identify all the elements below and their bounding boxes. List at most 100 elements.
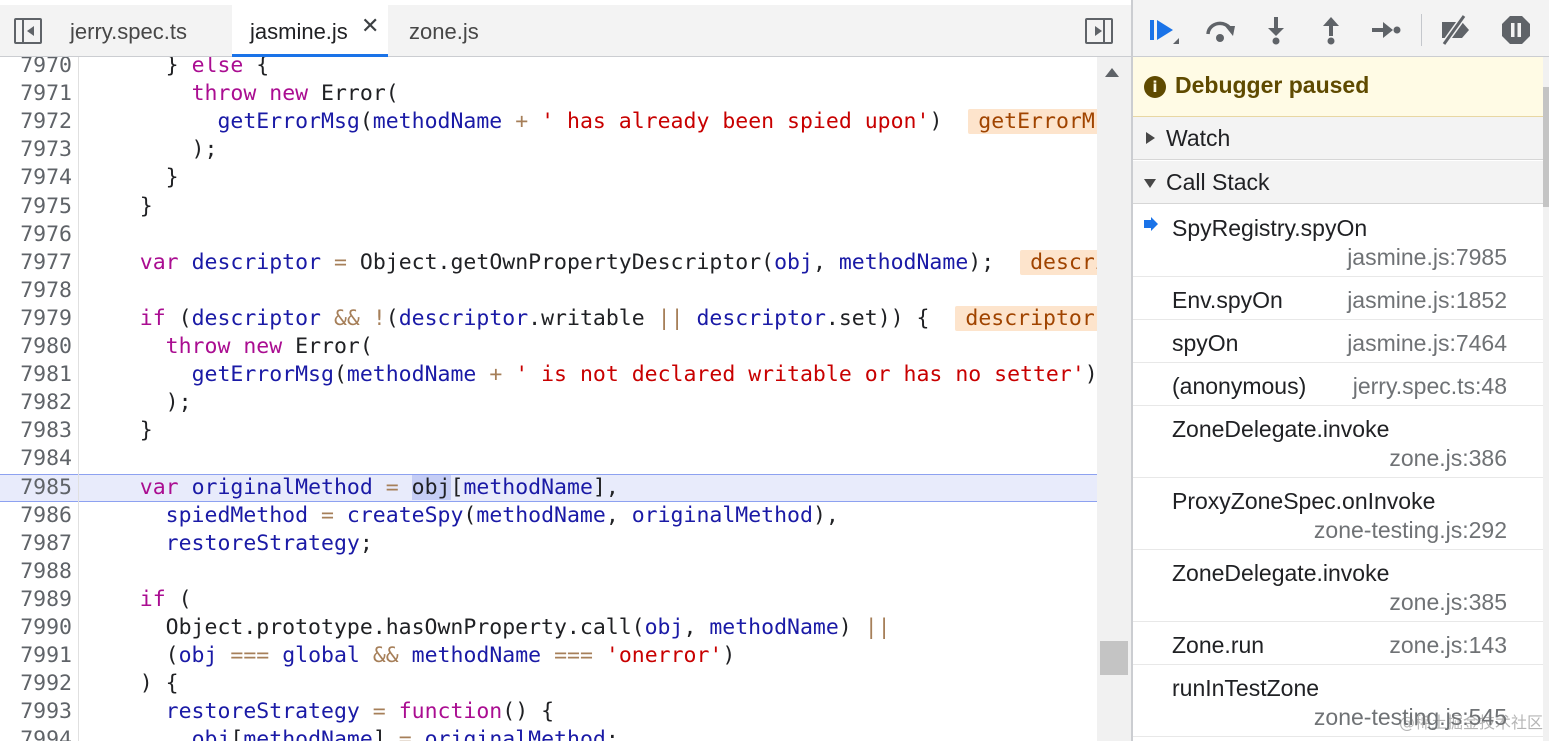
tab-jerry-spec-ts[interactable]: jerry.spec.ts (70, 5, 187, 57)
call-frame[interactable]: (anonymous) jerry.spec.ts:48 (1133, 363, 1543, 406)
code-text: var originalMethod = obj[methodName], (88, 474, 619, 501)
code-line[interactable]: 7975 } (0, 193, 1097, 221)
call-frame-location[interactable]: jasmine.js:7985 (1347, 244, 1507, 271)
call-frame[interactable]: ZoneDelegate.invoke zone.js:385 (1133, 550, 1543, 622)
call-frame-location[interactable]: jasmine.js:7464 (1347, 330, 1507, 357)
line-number[interactable]: 7978 (0, 277, 72, 305)
code-token: ) { (88, 671, 179, 697)
code-token: + (489, 362, 503, 388)
line-number[interactable]: 7972 (0, 108, 72, 136)
watch-section-header[interactable]: Watch (1133, 117, 1543, 160)
toggle-debugger-icon[interactable] (1085, 18, 1113, 44)
line-number[interactable]: 7970 (0, 57, 72, 80)
code-line[interactable]: 7990 Object.prototype.hasOwnProperty.cal… (0, 614, 1097, 642)
editor-scrollbar[interactable] (1097, 57, 1131, 741)
line-number[interactable]: 7976 (0, 221, 72, 249)
call-frame-location[interactable]: jerry.spec.ts:48 (1353, 373, 1507, 400)
call-frame[interactable]: Zone.run zone.js:143 (1133, 622, 1543, 665)
tab-zone-js[interactable]: zone.js (409, 5, 479, 57)
pause-on-exceptions-icon[interactable] (1499, 14, 1533, 46)
call-frame-location[interactable]: zone-testing.js:292 (1314, 517, 1507, 544)
code-token: = (321, 502, 334, 528)
call-frame[interactable]: ProxyZoneSpec.onInvoke zone-testing.js:29… (1133, 478, 1543, 550)
code-token: restoreStrategy (165, 530, 360, 556)
code-line[interactable]: 7978 (0, 277, 1097, 305)
code-line[interactable]: 7971 throw new Error( (0, 80, 1097, 108)
scrollbar-thumb[interactable] (1100, 641, 1128, 675)
code-line[interactable]: 7987 restoreStrategy; (0, 530, 1097, 558)
code-line[interactable]: 7986 spiedMethod = createSpy(methodName,… (0, 502, 1097, 530)
toggle-navigator-icon[interactable] (14, 18, 42, 44)
line-number[interactable]: 7974 (0, 164, 72, 192)
line-number[interactable]: 7979 (0, 305, 72, 333)
line-number[interactable]: 7973 (0, 136, 72, 164)
line-number[interactable]: 7987 (0, 530, 72, 558)
line-number[interactable]: 7988 (0, 558, 72, 586)
code-token: if (139, 305, 166, 331)
code-editor[interactable]: 7970 } else {7971 throw new Error(7972 g… (0, 57, 1097, 741)
code-line[interactable]: 7979 if (descriptor && !(descriptor.writ… (0, 305, 1097, 333)
code-line[interactable]: 7977 var descriptor = Object.getOwnPrope… (0, 249, 1097, 277)
deactivate-breakpoints-icon[interactable] (1438, 14, 1472, 46)
code-line[interactable]: 7974 } (0, 164, 1097, 192)
step-over-icon[interactable] (1203, 14, 1237, 46)
code-line[interactable]: 7976 (0, 221, 1097, 249)
call-frame[interactable]: SpyRegistry.spyOn jasmine.js:7985 (1133, 205, 1543, 277)
code-line[interactable]: 7988 (0, 558, 1097, 586)
code-token: = (333, 249, 347, 275)
step-icon[interactable] (1369, 14, 1403, 46)
line-number[interactable]: 7992 (0, 670, 72, 698)
code-line[interactable]: 7982 ); (0, 389, 1097, 417)
scroll-up-icon[interactable] (1105, 68, 1119, 77)
step-out-icon[interactable] (1314, 14, 1348, 46)
debugger-scrollbar[interactable] (1543, 57, 1549, 741)
line-number[interactable]: 7982 (0, 389, 72, 417)
line-number[interactable]: 7983 (0, 417, 72, 445)
step-into-icon[interactable] (1259, 14, 1293, 46)
code-line[interactable]: 7994 obj[methodName] = originalMethod; (0, 726, 1097, 741)
debugger-scrollbar-thumb[interactable] (1543, 87, 1549, 207)
code-line[interactable]: 7981 getErrorMsg(methodName + ' is not d… (0, 361, 1097, 389)
line-number[interactable]: 7981 (0, 361, 72, 389)
close-tab-icon[interactable]: ✕ (361, 14, 379, 40)
line-number[interactable]: 7980 (0, 333, 72, 361)
call-frame-location[interactable]: zone.js:143 (1389, 632, 1507, 659)
code-line[interactable]: 7991 (obj === global && methodName === '… (0, 642, 1097, 670)
code-line[interactable]: 7993 restoreStrategy = function() { (0, 698, 1097, 726)
line-number[interactable]: 7990 (0, 614, 72, 642)
code-line[interactable]: 7972 getErrorMsg(methodName + ' has alre… (0, 108, 1097, 136)
line-number[interactable]: 7986 (0, 502, 72, 530)
code-line[interactable]: 7980 throw new Error( (0, 333, 1097, 361)
line-number[interactable]: 7977 (0, 249, 72, 277)
line-number[interactable]: 7985 (0, 475, 72, 501)
code-line[interactable]: 7984 (0, 445, 1097, 473)
code-line[interactable]: 7973 ); (0, 136, 1097, 164)
code-line[interactable]: 7983 } (0, 417, 1097, 445)
call-frame-location[interactable]: jasmine.js:1852 (1347, 287, 1507, 314)
code-line[interactable]: 7970 } else { (0, 57, 1097, 80)
code-token: ( (385, 305, 399, 331)
call-frame-location[interactable]: zone.js:386 (1389, 445, 1507, 472)
line-number[interactable]: 7971 (0, 80, 72, 108)
line-number[interactable]: 7975 (0, 193, 72, 221)
code-line[interactable]: 7985 var originalMethod = obj[methodName… (0, 473, 1097, 502)
resume-icon[interactable] (1147, 14, 1181, 46)
call-frame[interactable]: spyOn jasmine.js:7464 (1133, 320, 1543, 363)
line-number[interactable]: 7994 (0, 726, 72, 741)
line-number[interactable]: 7984 (0, 445, 72, 473)
call-frame-location[interactable]: zone.js:385 (1389, 589, 1507, 616)
line-number[interactable]: 7993 (0, 698, 72, 726)
code-line[interactable]: 7989 if ( (0, 586, 1097, 614)
call-frame[interactable]: ZoneDelegate.invoke zone.js:386 (1133, 406, 1543, 478)
line-number[interactable]: 7989 (0, 586, 72, 614)
code-line[interactable]: 7992 ) { (0, 670, 1097, 698)
call-frame[interactable]: Env.spyOn jasmine.js:1852 (1133, 277, 1543, 320)
call-stack-section-header[interactable]: Call Stack (1133, 161, 1543, 204)
line-number[interactable]: 7991 (0, 642, 72, 670)
code-token: [ (450, 474, 464, 500)
